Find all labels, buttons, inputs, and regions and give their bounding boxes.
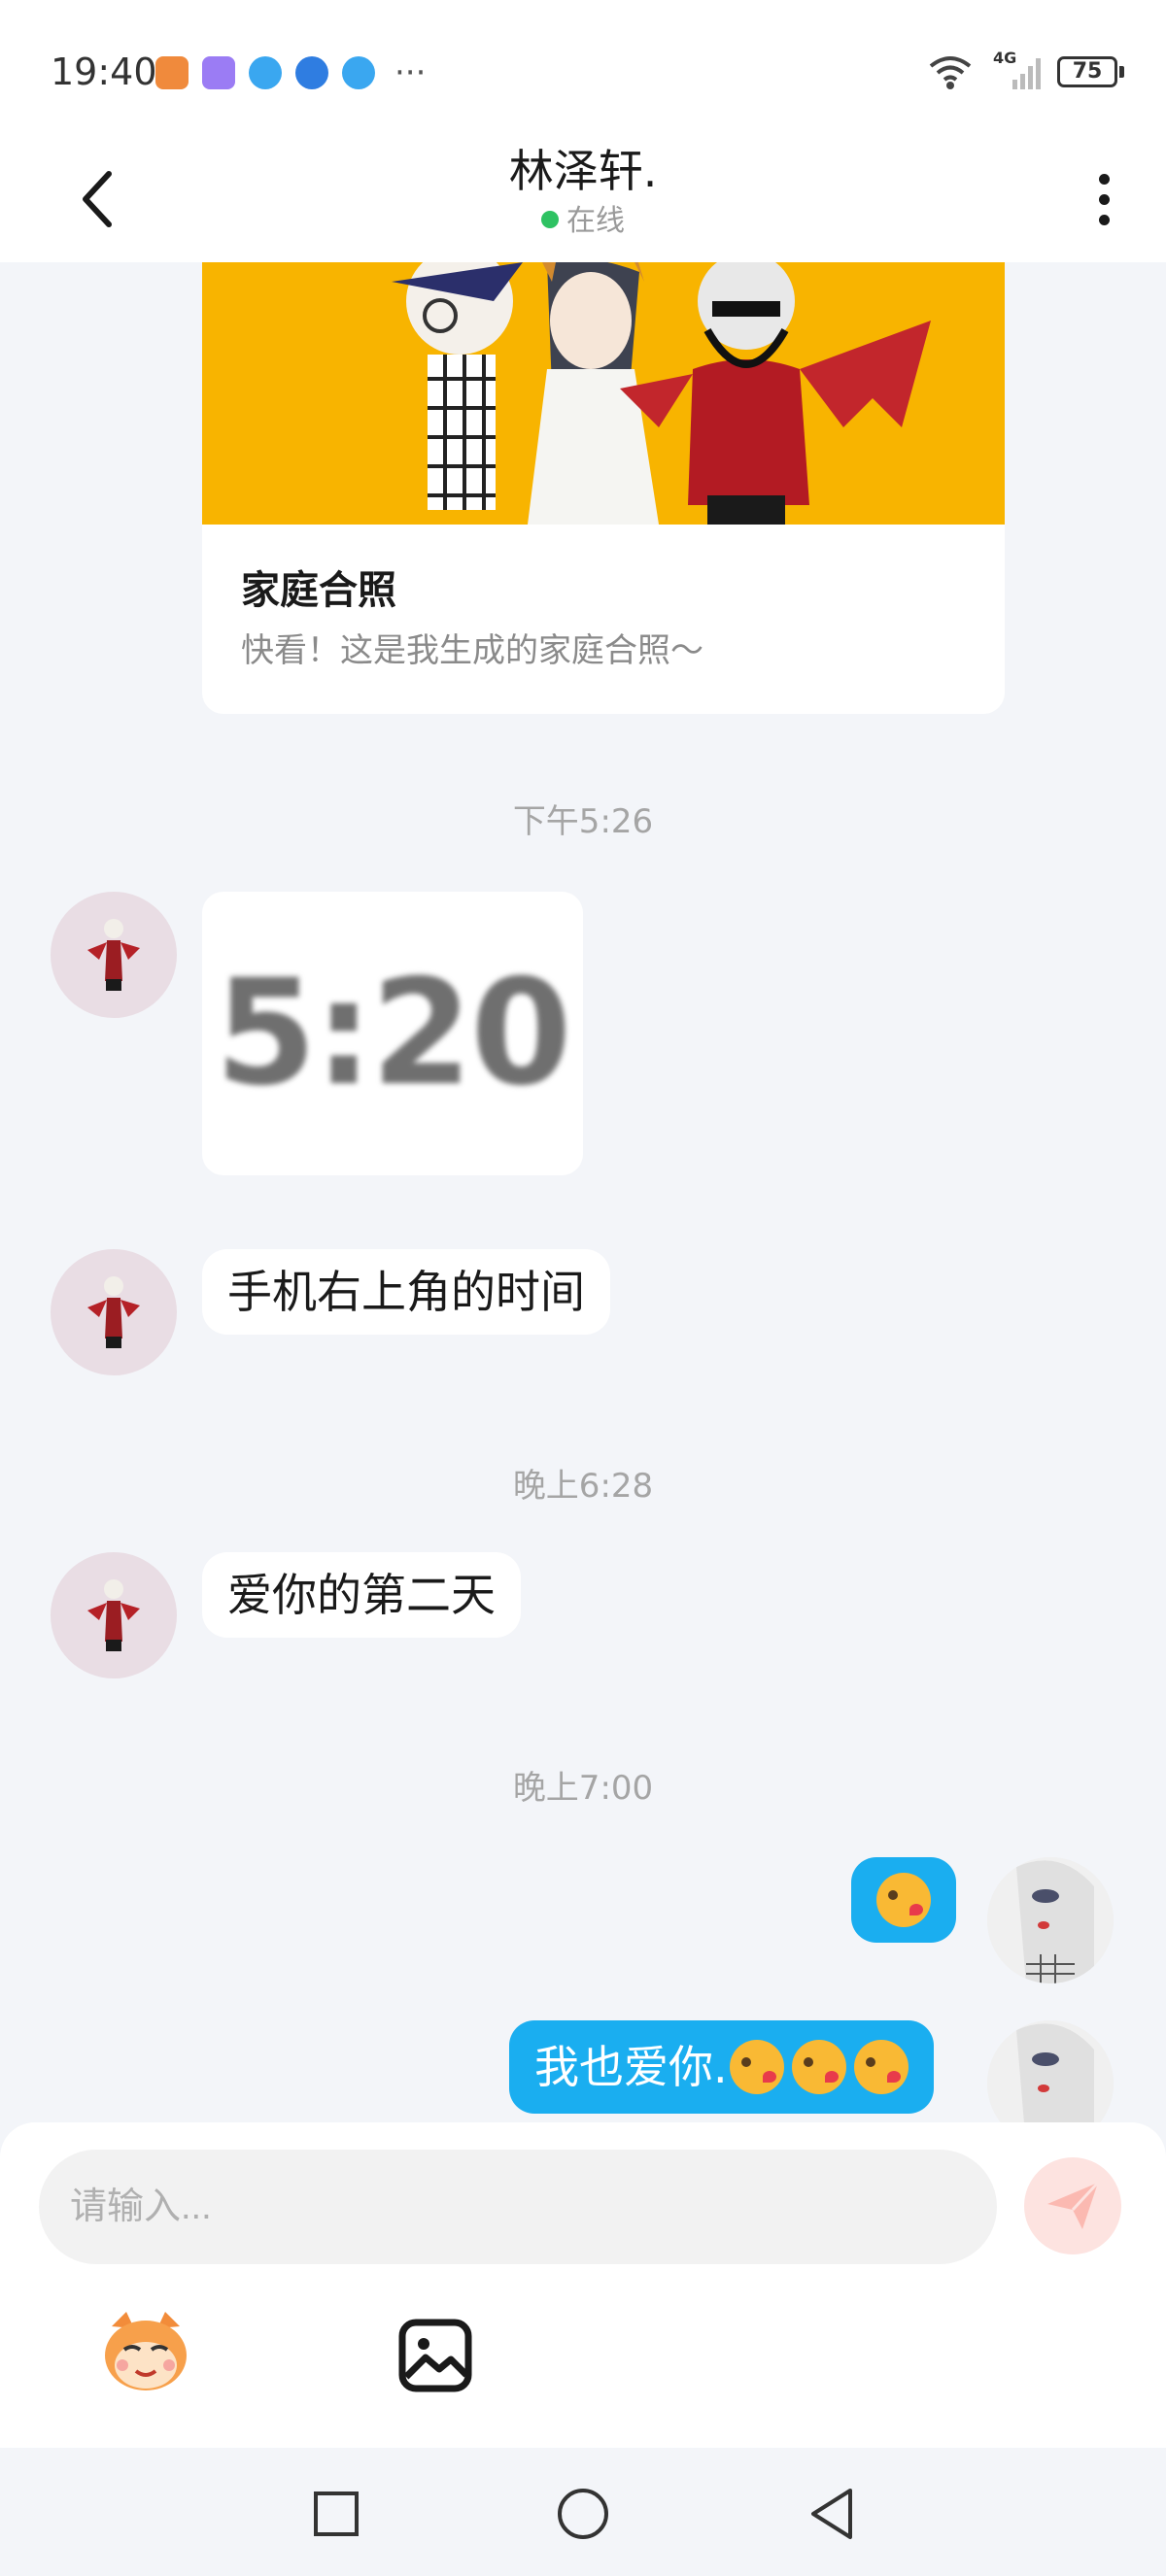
contact-avatar[interactable]: [51, 1552, 177, 1678]
message-list[interactable]: 家庭合照 快看！这是我生成的家庭合照～ 下午5:26 5:20 手机右上角的时间…: [0, 262, 1166, 2122]
kiss-emoji-icon: [853, 2040, 909, 2094]
mascot-face-icon: [105, 2312, 187, 2390]
app-notification-icon: [295, 56, 328, 89]
online-indicator-icon: [541, 211, 559, 228]
kiss-emoji-icon: [791, 2040, 846, 2094]
message-timestamp: 晚上7:00: [512, 1769, 654, 1808]
home-button[interactable]: [544, 2475, 622, 2553]
clock-screenshot-image[interactable]: 5:20: [202, 892, 583, 1175]
my-avatar[interactable]: [987, 2020, 1114, 2122]
contact-avatar-image: [87, 919, 140, 991]
system-nav-bar: [0, 2448, 1166, 2576]
cellular-signal-icon: 4G: [985, 49, 1044, 91]
app-notification-icon: [202, 56, 235, 89]
recent-apps-button[interactable]: [297, 2475, 375, 2553]
contact-avatar[interactable]: [51, 892, 177, 1018]
paper-plane-icon: [1047, 2181, 1100, 2229]
wifi-icon: [929, 52, 972, 91]
message-input[interactable]: [39, 2150, 997, 2264]
app-notification-icon: [249, 56, 282, 89]
dot: [1098, 214, 1110, 225]
image-icon: [398, 2319, 472, 2392]
contact-avatar-image: [87, 1579, 140, 1651]
app-notification-icon: [342, 56, 375, 89]
clock-image-text: 5:20: [215, 949, 571, 1118]
outgoing-message-bubble[interactable]: [851, 1857, 956, 1943]
more-options-button[interactable]: [1084, 157, 1123, 241]
app-notification-icon: [155, 56, 189, 89]
status-bar: 19:40 ··· 4G 75: [0, 0, 1166, 136]
my-avatar[interactable]: [987, 1857, 1114, 1983]
dot: [1098, 193, 1110, 205]
card-title: 家庭合照: [241, 568, 396, 613]
family-photo-card[interactable]: 家庭合照 快看！这是我生成的家庭合照～: [202, 262, 1005, 714]
triangle-back-icon: [811, 2489, 852, 2539]
kiss-emoji-icon: [729, 2040, 784, 2094]
my-avatar-image: [987, 1857, 1114, 1983]
kiss-emoji-icon: [876, 1873, 931, 1927]
contact-avatar[interactable]: [51, 1249, 177, 1375]
chat-header: 林泽轩. 在线: [0, 136, 1166, 262]
mascot-sticker-button[interactable]: [97, 2307, 194, 2394]
my-avatar-image: [987, 2020, 1114, 2122]
send-button[interactable]: [1024, 2157, 1121, 2254]
incoming-message-bubble[interactable]: 手机右上角的时间: [202, 1249, 610, 1335]
outgoing-message-bubble[interactable]: 我也爱你.: [509, 2020, 934, 2114]
square-icon: [314, 2491, 359, 2536]
contact-avatar-image: [87, 1276, 140, 1348]
online-status: 在线: [0, 196, 1166, 239]
family-photo-image: [202, 262, 1005, 525]
input-panel: [0, 2122, 1166, 2448]
more-notifications-icon: ···: [394, 53, 427, 92]
battery-icon: 75: [1057, 56, 1124, 87]
incoming-message-bubble[interactable]: 爱你的第二天: [202, 1552, 521, 1638]
status-indicators: 4G 75: [929, 49, 1124, 91]
status-time: 19:40: [51, 51, 157, 93]
system-back-button[interactable]: [793, 2475, 871, 2553]
card-description: 快看！这是我生成的家庭合照～: [241, 631, 703, 670]
image-picker-button[interactable]: [396, 2317, 474, 2394]
chat-title: 林泽轩.: [508, 145, 658, 197]
message-timestamp: 晚上6:28: [512, 1467, 654, 1506]
message-timestamp: 下午5:26: [512, 802, 654, 841]
outgoing-message-text: 我也爱你.: [534, 2041, 728, 2093]
dot: [1098, 173, 1110, 185]
circle-icon: [558, 2489, 608, 2539]
status-app-icons: ···: [155, 56, 426, 89]
online-status-label: 在线: [566, 204, 625, 238]
